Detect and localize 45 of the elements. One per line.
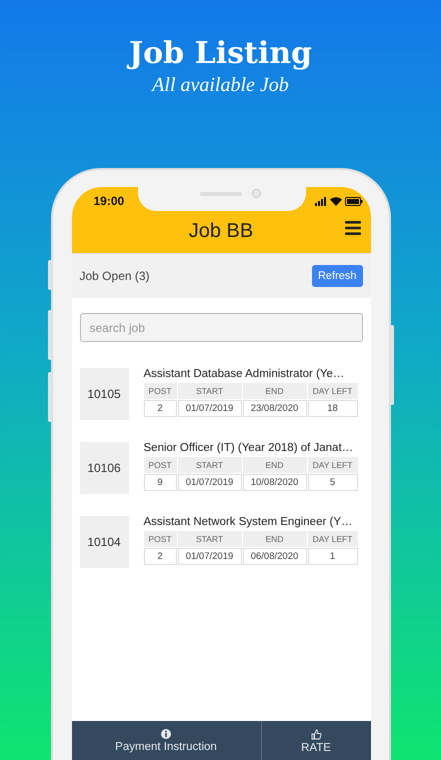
table-cell: 2	[144, 548, 176, 565]
column-header: POST	[144, 531, 176, 547]
table-cell: 06/08/2020	[242, 548, 306, 565]
table-cell: 1	[308, 548, 358, 565]
wifi-icon	[330, 196, 342, 206]
job-id: 10106	[80, 442, 128, 494]
column-header: POST	[144, 457, 176, 473]
column-header: DAY LEFT	[308, 457, 358, 473]
table-cell: 5	[308, 474, 358, 491]
job-id: 10105	[80, 368, 128, 420]
nav-button[interactable]: RATE	[260, 721, 370, 760]
table-cell: 01/07/2019	[178, 474, 242, 491]
column-header: DAY LEFT	[308, 383, 358, 399]
table-cell: 10/08/2020	[242, 474, 306, 491]
job-id: 10104	[80, 516, 128, 568]
signal-icon	[314, 196, 326, 206]
job-title[interactable]: Assistant Database Administrator (Ye…	[144, 368, 358, 380]
column-header: END	[242, 531, 306, 547]
refresh-button[interactable]: Refresh	[312, 265, 362, 287]
app-title: Job BB	[188, 220, 254, 242]
column-header: END	[242, 383, 306, 399]
nav-button[interactable]: Payment Instruction	[72, 721, 260, 760]
table-cell: 01/07/2019	[178, 400, 242, 417]
column-header: POST	[144, 383, 176, 399]
job-title[interactable]: Assistant Network System Engineer (Y…	[144, 516, 358, 528]
column-header: START	[178, 383, 242, 399]
column-header: END	[242, 457, 306, 473]
column-header: START	[178, 457, 242, 473]
table-cell: 2	[144, 400, 176, 417]
table-cell: 9	[144, 474, 176, 491]
table-cell: 23/08/2020	[242, 400, 306, 417]
info-icon	[161, 729, 171, 739]
column-header: DAY LEFT	[308, 531, 358, 547]
table-cell: 18	[308, 400, 358, 417]
search-field[interactable]: search job	[80, 313, 362, 342]
status-time: 19:00	[94, 194, 124, 208]
menu-icon	[344, 221, 360, 235]
thumbs-up-icon	[310, 728, 322, 740]
job-open-count: Job Open (3)	[80, 269, 150, 283]
battery-icon	[344, 196, 362, 206]
table-cell: 01/07/2019	[178, 548, 242, 565]
job-title[interactable]: Senior Officer (IT) (Year 2018) of Janat…	[144, 442, 358, 454]
banner-subtitle: All available Job	[152, 74, 289, 97]
banner-title: Job Listing	[128, 36, 312, 72]
column-header: START	[178, 531, 242, 547]
